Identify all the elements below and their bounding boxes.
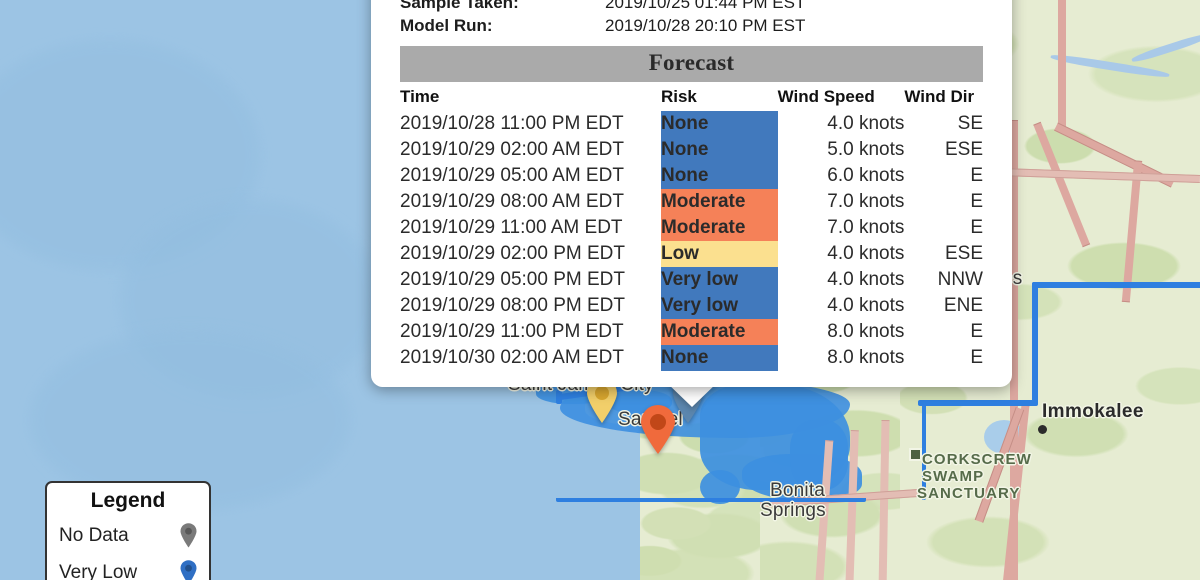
forecast-row: 2019/10/29 02:00 AM EDT None 5.0 knots ESE	[400, 137, 983, 163]
model-run-row: Model Run: 2019/10/28 20:10 PM EST	[400, 14, 983, 37]
cell-wind-dir: E	[970, 165, 983, 186]
legend-item-label: Very Low	[59, 561, 138, 580]
forecast-popup: Red Tide Respiratory Forecast Sample Tak…	[371, 0, 1012, 387]
cell-wind-speed: 4.0 knots	[827, 295, 905, 316]
cell-time: 2019/10/29 08:00 AM EDT	[400, 191, 624, 212]
cell-wind-dir: SE	[957, 113, 983, 134]
map-label-immokalee: Immokalee	[1042, 401, 1144, 422]
cell-wind-dir: E	[970, 321, 983, 342]
map-label-bonita: Bonita	[770, 480, 826, 501]
cell-risk: Low	[660, 241, 778, 267]
cell-risk: Moderate	[660, 319, 778, 345]
legend-item-label: No Data	[59, 524, 129, 546]
column-header-wind-speed: Wind Speed	[777, 87, 875, 106]
cell-risk: Very low	[660, 267, 778, 293]
map-city-dot-immokalee	[1038, 425, 1047, 434]
forecast-row: 2019/10/29 08:00 PM EDT Very low 4.0 knots…	[400, 293, 983, 319]
forecast-row: 2019/10/29 08:00 AM EDT Moderate 7.0 knots…	[400, 189, 983, 215]
cell-time: 2019/10/29 02:00 PM EDT	[400, 243, 625, 264]
cell-time: 2019/10/29 08:00 PM EDT	[400, 295, 625, 316]
forecast-row: 2019/10/29 05:00 PM EDT Very low 4.0 knots…	[400, 267, 983, 293]
legend-rows: No DataVery LowLow	[59, 517, 197, 580]
cell-risk: None	[660, 345, 778, 371]
forecast-row: 2019/10/29 11:00 PM EDT Moderate 8.0 knots…	[400, 319, 983, 345]
column-header-risk: Risk	[660, 87, 697, 106]
cell-risk: Moderate	[660, 189, 778, 215]
map-park-marker-corkscrew	[909, 448, 922, 461]
cell-wind-dir: E	[970, 347, 983, 368]
cell-wind-speed: 4.0 knots	[827, 269, 905, 290]
forecast-table-header-row: Time Risk Wind Speed Wind Dir	[400, 82, 983, 111]
cell-wind-speed: 8.0 knots	[827, 321, 905, 342]
cell-risk: None	[660, 111, 778, 137]
legend-pin-icon	[180, 523, 197, 548]
cell-wind-speed: 4.0 knots	[827, 243, 905, 264]
legend-pin-icon	[180, 560, 197, 580]
cell-time: 2019/10/29 02:00 AM EDT	[400, 139, 624, 160]
forecast-row: 2019/10/29 02:00 PM EDT Low 4.0 knots ESE	[400, 241, 983, 267]
legend-item: Very Low	[59, 554, 197, 580]
cell-wind-speed: 8.0 knots	[827, 347, 905, 368]
legend-title: Legend	[90, 489, 166, 512]
cell-time: 2019/10/29 11:00 AM EDT	[400, 217, 623, 238]
forecast-row: 2019/10/28 11:00 PM EDT None 4.0 knots SE	[400, 111, 983, 137]
forecast-row: 2019/10/29 05:00 AM EDT None 6.0 knots E	[400, 163, 983, 189]
cell-wind-speed: 6.0 knots	[827, 165, 905, 186]
cell-wind-dir: E	[970, 191, 983, 212]
map-pin-moderate[interactable]	[640, 405, 676, 455]
sample-taken-row: Sample Taken: 2019/10/25 01:44 PM EST	[400, 0, 983, 14]
map-application: Saint James City Sanibel Bonita Springs …	[0, 0, 1200, 580]
cell-risk: None	[660, 163, 778, 189]
legend-panel: Legend No DataVery LowLow	[45, 481, 211, 580]
sample-taken-value: 2019/10/25 01:44 PM EST	[605, 0, 806, 12]
forecast-row: 2019/10/29 11:00 AM EDT Moderate 7.0 knots…	[400, 215, 983, 241]
forecast-section-header: Forecast	[400, 46, 983, 82]
map-label-corkscrew-3: SANCTUARY	[917, 485, 1021, 502]
cell-time: 2019/10/30 02:00 AM EDT	[400, 347, 624, 368]
column-header-time: Time	[400, 87, 440, 106]
sample-taken-label: Sample Taken:	[400, 0, 519, 12]
cell-wind-dir: E	[970, 217, 983, 238]
cell-wind-dir: ENE	[943, 295, 983, 316]
map-boundary-region	[918, 400, 1038, 406]
cell-time: 2019/10/28 11:00 PM EDT	[400, 113, 624, 134]
cell-risk: Moderate	[660, 215, 778, 241]
cell-wind-speed: 7.0 knots	[827, 191, 905, 212]
cell-risk: None	[660, 137, 778, 163]
map-label-corkscrew-2: SWAMP	[922, 468, 985, 485]
cell-wind-speed: 5.0 knots	[827, 139, 905, 160]
map-label-corkscrew-1: CORKSCREW	[922, 451, 1032, 468]
map-boundary-region	[1032, 282, 1200, 288]
cell-wind-dir: NNW	[937, 269, 983, 290]
cell-wind-speed: 4.0 knots	[827, 113, 905, 134]
map-boundary-region	[1032, 282, 1038, 404]
cell-wind-speed: 7.0 knots	[827, 217, 905, 238]
forecast-row: 2019/10/30 02:00 AM EDT None 8.0 knots E	[400, 345, 983, 371]
map-label-springs: Springs	[760, 500, 826, 521]
forecast-table: Time Risk Wind Speed Wind Dir 2019/10/28…	[400, 82, 983, 371]
column-header-wind-dir: Wind Dir	[904, 87, 975, 106]
model-run-value: 2019/10/28 20:10 PM EST	[605, 16, 806, 35]
map-road	[1058, 0, 1066, 132]
cell-risk: Very low	[660, 293, 778, 319]
cell-wind-dir: ESE	[944, 243, 983, 264]
cell-time: 2019/10/29 11:00 PM EDT	[400, 321, 624, 342]
legend-item: No Data	[59, 517, 197, 554]
model-run-label: Model Run:	[400, 16, 493, 35]
cell-time: 2019/10/29 05:00 PM EDT	[400, 269, 625, 290]
forecast-table-body: 2019/10/28 11:00 PM EDT None 4.0 knots SE 20…	[400, 111, 983, 371]
cell-wind-dir: ESE	[944, 139, 983, 160]
cell-time: 2019/10/29 05:00 AM EDT	[400, 165, 624, 186]
